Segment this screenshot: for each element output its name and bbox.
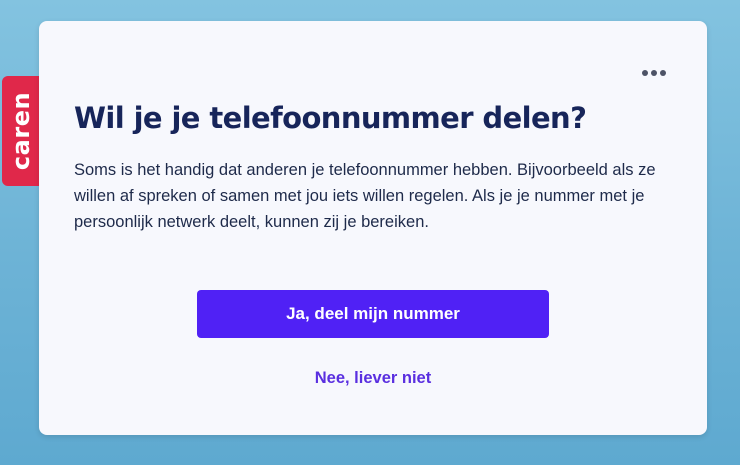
share-phone-dialog: Wil je je telefoonnummer delen? Soms is …	[39, 21, 707, 435]
share-number-button[interactable]: Ja, deel mijn nummer	[197, 290, 549, 338]
more-horizontal-icon	[642, 70, 666, 76]
dialog-title: Wil je je telefoonnummer delen?	[74, 101, 587, 135]
caren-brand-tab[interactable]: caren	[2, 76, 40, 186]
decline-button[interactable]: Nee, liever niet	[197, 364, 549, 392]
more-options-button[interactable]	[637, 63, 671, 83]
dialog-description: Soms is het handig dat anderen je telefo…	[74, 161, 656, 231]
caren-logo: caren	[7, 91, 35, 171]
